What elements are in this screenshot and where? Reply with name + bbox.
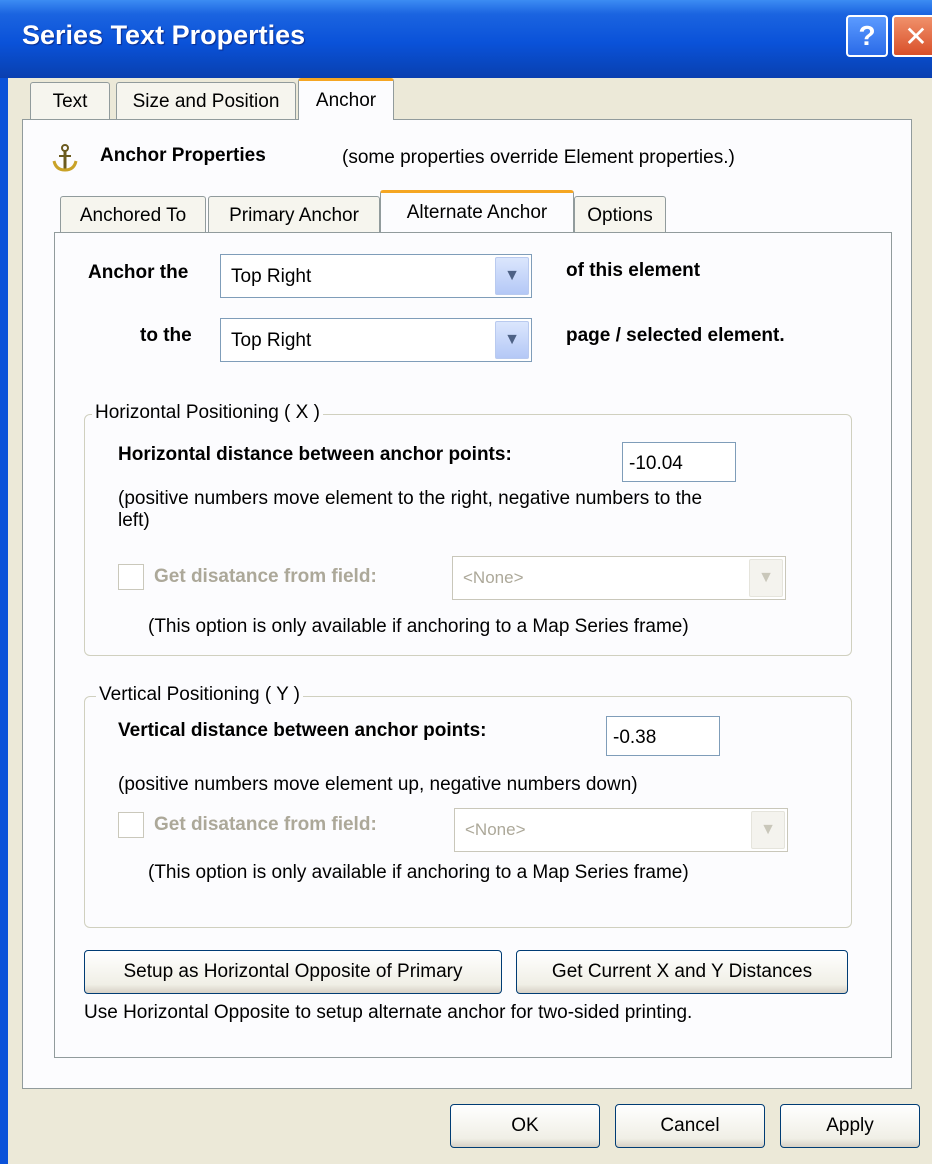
horizontal-positioning-legend: Horizontal Positioning ( X ) xyxy=(92,402,323,424)
anchor-the-suffix: of this element xyxy=(566,260,701,281)
subtab-anchored-to[interactable]: Anchored To xyxy=(60,196,206,234)
close-button[interactable]: ✕ xyxy=(892,15,932,57)
target-point-value: Top Right xyxy=(231,330,312,351)
setup-horizontal-opposite-button[interactable]: Setup as Horizontal Opposite of Primary xyxy=(84,950,502,994)
horizontal-distance-value: -10.04 xyxy=(629,453,683,474)
horizontal-hint-line-2: left) xyxy=(118,510,150,531)
vertical-note: (This option is only available if anchor… xyxy=(148,862,689,883)
tab-size-and-position[interactable]: Size and Position xyxy=(116,82,296,120)
subtab-alternate-anchor[interactable]: Alternate Anchor xyxy=(380,190,574,232)
subtab-options[interactable]: Options xyxy=(574,196,666,234)
vertical-field-label: Get disatance from field: xyxy=(154,814,377,835)
vertical-hint: (positive numbers move element up, negat… xyxy=(118,774,638,795)
horizontal-distance-input[interactable]: -10.04 xyxy=(622,442,736,482)
horizontal-field-label: Get disatance from field: xyxy=(154,566,377,587)
tab-anchor[interactable]: Anchor xyxy=(298,78,394,120)
chevron-down-icon[interactable]: ▼ xyxy=(495,321,529,359)
chevron-down-icon[interactable]: ▼ xyxy=(751,811,785,849)
horizontal-note: (This option is only available if anchor… xyxy=(148,616,689,637)
vertical-distance-label: Vertical distance between anchor points: xyxy=(118,720,487,741)
horizontal-hint-line-1: (positive numbers move element to the ri… xyxy=(118,488,703,509)
anchor-point-value: Top Right xyxy=(231,266,312,287)
help-button[interactable]: ? xyxy=(846,15,888,57)
horizontal-opposite-help: Use Horizontal Opposite to setup alterna… xyxy=(84,1002,693,1023)
vertical-field-checkbox[interactable] xyxy=(118,812,144,838)
vertical-field-value: <None> xyxy=(465,820,526,839)
vertical-distance-value: -0.38 xyxy=(613,727,657,748)
chevron-down-icon[interactable]: ▼ xyxy=(749,559,783,597)
horizontal-field-value: <None> xyxy=(463,568,524,587)
anchor-properties-title: Anchor Properties xyxy=(100,145,266,166)
help-icon: ? xyxy=(858,20,876,51)
vertical-field-select[interactable]: <None> ▼ xyxy=(454,808,788,852)
to-the-suffix: page / selected element. xyxy=(566,325,785,346)
horizontal-field-select[interactable]: <None> ▼ xyxy=(452,556,786,600)
tab-text[interactable]: Text xyxy=(30,82,110,120)
to-the-label: to the xyxy=(140,325,192,346)
anchor-properties-note: (some properties override Element proper… xyxy=(342,147,735,168)
chevron-down-icon[interactable]: ▼ xyxy=(495,257,529,295)
vertical-positioning-legend: Vertical Positioning ( Y ) xyxy=(96,684,304,706)
anchor-icon xyxy=(50,143,80,173)
window-title: Series Text Properties xyxy=(22,20,306,50)
horizontal-field-checkbox[interactable] xyxy=(118,564,144,590)
cancel-button[interactable]: Cancel xyxy=(615,1104,765,1148)
vertical-distance-input[interactable]: -0.38 xyxy=(606,716,720,756)
close-icon: ✕ xyxy=(904,20,928,52)
target-point-select[interactable]: Top Right ▼ xyxy=(220,318,532,362)
horizontal-distance-label: Horizontal distance between anchor point… xyxy=(118,444,512,465)
anchor-the-label: Anchor the xyxy=(88,262,189,283)
apply-button[interactable]: Apply xyxy=(780,1104,920,1148)
get-current-distances-button[interactable]: Get Current X and Y Distances xyxy=(516,950,848,994)
ok-button[interactable]: OK xyxy=(450,1104,600,1148)
subtab-primary-anchor[interactable]: Primary Anchor xyxy=(208,196,380,234)
anchor-point-select[interactable]: Top Right ▼ xyxy=(220,254,532,298)
